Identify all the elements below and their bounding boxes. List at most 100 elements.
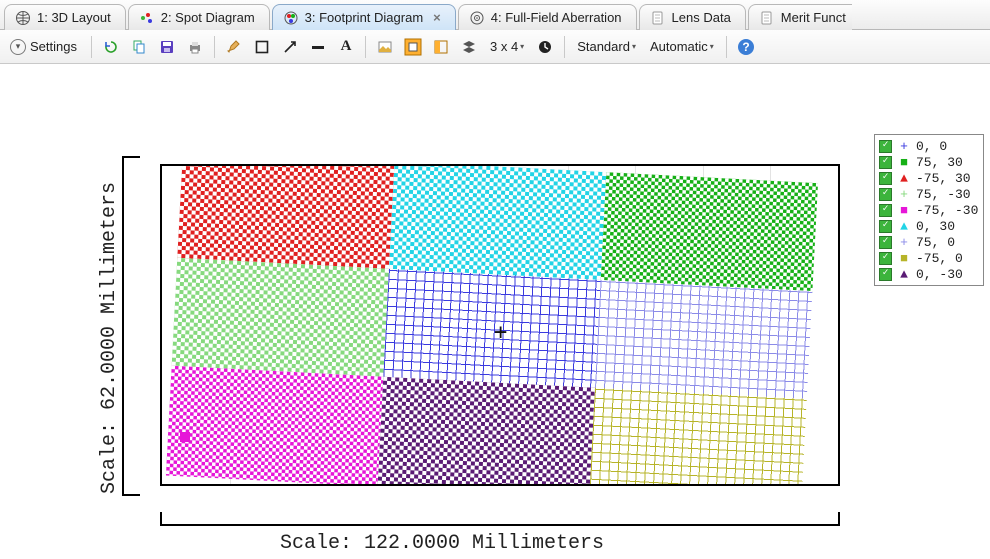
refresh-button[interactable] bbox=[98, 34, 124, 60]
legend-marker: ▲ bbox=[898, 219, 910, 234]
x-axis-label: Scale: 122.0000 Millimeters bbox=[280, 532, 604, 555]
field-tile-0-0 bbox=[383, 269, 600, 390]
legend-item[interactable]: ✓ ■ -75, 0 bbox=[879, 250, 979, 266]
tab-strip: 1: 3D Layout 2: Spot Diagram 3: Footprin… bbox=[0, 0, 990, 30]
separator bbox=[91, 36, 92, 58]
target-icon bbox=[469, 10, 485, 26]
copy-button[interactable] bbox=[126, 34, 152, 60]
checkbox-icon[interactable]: ✓ bbox=[879, 188, 892, 201]
close-icon[interactable]: × bbox=[433, 10, 441, 25]
grid-size-button[interactable]: 3 x 4 ▾ bbox=[484, 34, 530, 60]
checkbox-icon[interactable]: ✓ bbox=[879, 172, 892, 185]
center-marker: + bbox=[494, 320, 512, 338]
checkbox-icon[interactable]: ✓ bbox=[879, 236, 892, 249]
field-tile--75-30 bbox=[177, 164, 394, 271]
tab-spot-diagram[interactable]: 2: Spot Diagram bbox=[128, 4, 270, 30]
pencil-button[interactable] bbox=[221, 34, 247, 60]
legend-label: -75, -30 bbox=[916, 203, 978, 218]
layers-button[interactable] bbox=[456, 34, 482, 60]
layers-icon bbox=[461, 39, 477, 55]
legend-marker: ■ bbox=[898, 251, 910, 266]
save-button[interactable] bbox=[154, 34, 180, 60]
field-tile-0--30 bbox=[378, 377, 595, 486]
line-weight-button[interactable] bbox=[305, 34, 331, 60]
clock-button[interactable] bbox=[532, 34, 558, 60]
legend-label: 0, -30 bbox=[916, 267, 963, 282]
legend-marker: + bbox=[898, 187, 910, 202]
help-button[interactable]: ? bbox=[733, 34, 759, 60]
arrow-icon bbox=[282, 39, 298, 55]
footprint-icon bbox=[283, 10, 299, 26]
help-icon: ? bbox=[737, 38, 755, 56]
image-button[interactable] bbox=[372, 34, 398, 60]
caret-icon: ▾ bbox=[710, 42, 714, 51]
text-icon: A bbox=[341, 38, 352, 55]
checkbox-icon[interactable]: ✓ bbox=[879, 220, 892, 233]
legend-label: 75, -30 bbox=[916, 187, 971, 202]
legend-item[interactable]: ✓ +75, -30 bbox=[879, 186, 979, 202]
separator bbox=[726, 36, 727, 58]
plot-frame[interactable]: + bbox=[160, 164, 840, 486]
legend-item[interactable]: ✓+75, 0 bbox=[879, 234, 979, 250]
toolbar: ▾ Settings A 3 x 4 ▾ bbox=[0, 30, 990, 64]
footprint-tiles bbox=[166, 164, 806, 486]
spot-icon bbox=[139, 10, 155, 26]
image-icon bbox=[377, 39, 393, 55]
tab-label: 3: Footprint Diagram bbox=[305, 10, 424, 25]
legend-marker: + bbox=[898, 139, 910, 154]
legend-marker: + bbox=[898, 235, 910, 250]
layout-button[interactable] bbox=[428, 34, 454, 60]
rectangle-icon bbox=[254, 39, 270, 55]
legend-marker: ■ bbox=[898, 203, 910, 218]
print-icon bbox=[187, 39, 203, 55]
settings-button[interactable]: ▾ Settings bbox=[6, 34, 85, 60]
legend-item[interactable]: ✓■75, 30 bbox=[879, 154, 979, 170]
x-bracket bbox=[160, 512, 840, 526]
field-tile--75--30 bbox=[166, 366, 383, 486]
rectangle-button[interactable] bbox=[249, 34, 275, 60]
legend-label: -75, 30 bbox=[916, 171, 971, 186]
fit-icon bbox=[404, 38, 422, 56]
legend-marker: ▲ bbox=[898, 267, 910, 282]
y-bracket bbox=[122, 156, 140, 496]
checkbox-icon[interactable]: ✓ bbox=[879, 252, 892, 265]
legend-label: 0, 0 bbox=[916, 139, 947, 154]
fit-button[interactable] bbox=[400, 34, 426, 60]
legend-marker: ■ bbox=[898, 155, 910, 170]
caret-icon: ▾ bbox=[520, 42, 524, 51]
automatic-dropdown[interactable]: Automatic ▾ bbox=[644, 34, 720, 60]
copy-icon bbox=[131, 39, 147, 55]
caret-icon: ▾ bbox=[632, 42, 636, 51]
field-tile-75--30 bbox=[171, 258, 388, 379]
globe-icon bbox=[15, 10, 31, 26]
standard-dropdown[interactable]: Standard ▾ bbox=[571, 34, 642, 60]
tab-full-field-aberration[interactable]: 4: Full-Field Aberration bbox=[458, 4, 637, 30]
tab-label: 4: Full-Field Aberration bbox=[491, 10, 622, 25]
checkbox-icon[interactable]: ✓ bbox=[879, 268, 892, 281]
checkbox-icon[interactable]: ✓ bbox=[879, 204, 892, 217]
y-axis-label: Scale: 62.0000 Millimeters bbox=[98, 182, 121, 494]
text-annotate-button[interactable]: A bbox=[333, 34, 359, 60]
tab-3d-layout[interactable]: 1: 3D Layout bbox=[4, 4, 126, 30]
tab-label: 2: Spot Diagram bbox=[161, 10, 255, 25]
tab-lens-data[interactable]: Lens Data bbox=[639, 4, 746, 30]
legend-item[interactable]: ✓ ▲ 0, -30 bbox=[879, 266, 979, 282]
tab-merit-function[interactable]: Merit Funct bbox=[748, 4, 852, 30]
arrow-button[interactable] bbox=[277, 34, 303, 60]
edge-marker bbox=[180, 432, 190, 442]
legend-item[interactable]: ✓ ■ -75, -30 bbox=[879, 202, 979, 218]
tab-footprint-diagram[interactable]: 3: Footprint Diagram × bbox=[272, 4, 456, 30]
legend-item[interactable]: ✓▲-75, 30 bbox=[879, 170, 979, 186]
legend-item[interactable]: ✓▲0, 30 bbox=[879, 218, 979, 234]
checkbox-icon[interactable]: ✓ bbox=[879, 156, 892, 169]
line-icon bbox=[310, 39, 326, 55]
settings-label: Settings bbox=[30, 39, 77, 54]
legend-item[interactable]: ✓ +0, 0 bbox=[879, 138, 979, 154]
checkbox-icon[interactable]: ✓ bbox=[879, 140, 892, 153]
separator bbox=[564, 36, 565, 58]
document-icon bbox=[650, 10, 666, 26]
separator bbox=[365, 36, 366, 58]
print-button[interactable] bbox=[182, 34, 208, 60]
document-icon bbox=[759, 10, 775, 26]
legend-label: -75, 0 bbox=[916, 251, 963, 266]
